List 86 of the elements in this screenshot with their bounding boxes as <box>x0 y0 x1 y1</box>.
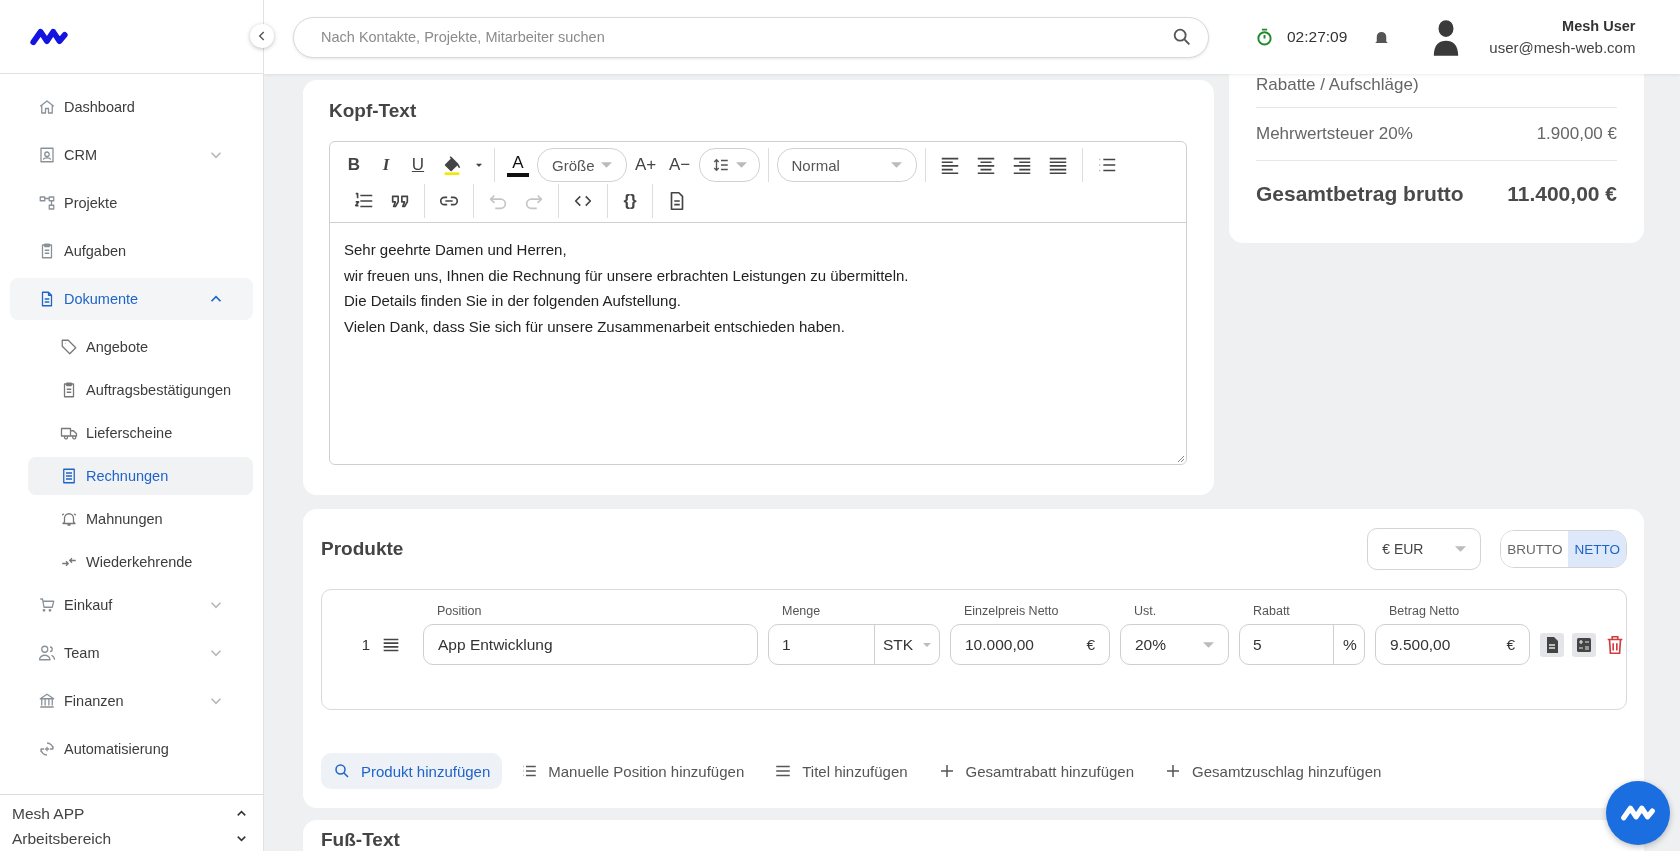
document-icon[interactable] <box>1540 632 1564 657</box>
nav-item[interactable]: Einkauf <box>10 584 253 626</box>
format-button[interactable]: I <box>372 150 400 180</box>
format-select[interactable]: Größe <box>537 148 627 182</box>
editor-paragraph: wir freuen uns, Ihnen die Rechnung für unsere erbrachten Leistungen zu übermitteln. <box>344 265 910 286</box>
nav-item[interactable]: Automatisierung <box>10 728 253 770</box>
nav-item[interactable]: Projekte <box>10 182 253 224</box>
amount-field[interactable]: 9.500,00 € <box>1375 624 1530 665</box>
workspace-switcher[interactable]: Arbeitsbereich <box>12 826 249 851</box>
calculator-icon[interactable] <box>1572 632 1596 657</box>
resize-handle-icon[interactable] <box>1175 453 1185 463</box>
format-button[interactable]: {} <box>616 186 644 216</box>
column-label: Menge <box>781 604 822 618</box>
line-height-select[interactable] <box>698 148 760 182</box>
price-mode-toggle[interactable]: NETTO <box>1568 531 1626 567</box>
add-item-button[interactable]: Gesamtrabatt hinzufügen <box>925 753 1147 789</box>
stopwatch-icon[interactable] <box>1254 26 1275 48</box>
nav-item[interactable]: Finanzen <box>10 680 253 722</box>
nav-item[interactable]: CRM <box>10 134 253 176</box>
nav-item[interactable]: Aufgaben <box>10 230 253 272</box>
workspace-switcher[interactable]: Mesh APP <box>12 801 249 826</box>
card-title: Kopf-Text <box>329 100 418 122</box>
bell-icon <box>60 510 78 528</box>
editor-paragraph: Sehr geehrte Damen und Herren, <box>344 240 568 260</box>
list-icon <box>60 467 78 485</box>
column-label: Einzelpreis Netto <box>963 604 1060 618</box>
add-item-button[interactable]: Gesamtzuschlag hinzufügen <box>1152 753 1394 789</box>
tax-select[interactable]: 20% <box>1120 624 1229 665</box>
cart-icon <box>38 596 56 614</box>
search-field[interactable]: Nach Kontakte, Projekte, Mitarbeiter suchen <box>293 16 1209 58</box>
nav-subitem[interactable]: Mahnungen <box>28 500 253 538</box>
nav-item[interactable]: Dokumente <box>10 278 253 320</box>
search-icon <box>333 762 351 780</box>
diagram-icon <box>38 194 56 212</box>
caret-icon <box>1455 546 1467 552</box>
id-card-icon <box>38 146 56 164</box>
tag-icon <box>60 338 78 356</box>
format-button[interactable]: A− <box>664 150 695 180</box>
column-label: Ust. <box>1133 604 1158 618</box>
nav-item[interactable]: Dashboard <box>10 86 253 128</box>
total-label: Gesamtbetrag brutto <box>1256 182 1464 206</box>
home-icon <box>38 98 56 116</box>
add-item-button[interactable]: Manuelle Position hinzufügen <box>508 753 757 789</box>
people-icon <box>38 644 56 662</box>
logo-icon <box>1619 803 1657 823</box>
column-label: Position <box>436 604 483 618</box>
format-select[interactable]: Normal <box>776 148 917 182</box>
nav-subitem[interactable]: Wiederkehrende <box>28 543 253 581</box>
app-launcher-button[interactable] <box>1606 781 1670 845</box>
unit-price-field[interactable]: 10.000,00 € <box>950 624 1110 665</box>
user-email: user@mesh-web.com <box>1489 39 1636 56</box>
caret-icon <box>1203 641 1214 648</box>
nav-subitem[interactable]: Lieferscheine <box>28 414 253 452</box>
total-value: 11.400,00 € <box>1507 182 1617 206</box>
add-item-button[interactable]: Produkt hinzufügen <box>321 753 503 789</box>
column-label: Rabatt <box>1252 604 1291 618</box>
card-title: Fuß-Text <box>321 830 401 850</box>
nav-subitem[interactable]: Angebote <box>28 328 253 366</box>
column-label: Betrag Netto <box>1388 604 1461 618</box>
bank-icon <box>38 692 56 710</box>
nav-item[interactable]: Team <box>10 632 253 674</box>
user-name: Mesh User <box>1562 18 1636 34</box>
caret-icon <box>600 162 612 168</box>
format-button[interactable]: A+ <box>630 150 661 180</box>
currency-select[interactable]: € EUR <box>1367 528 1482 570</box>
nav-subitem[interactable]: Auftragsbestätigungen <box>28 371 253 409</box>
caret-icon <box>890 162 902 168</box>
rich-text-editor[interactable] <box>329 141 1187 465</box>
format-button[interactable]: B <box>340 150 368 180</box>
row-number: 1 <box>360 636 370 653</box>
format-button[interactable]: A <box>507 153 529 177</box>
refresh-icon <box>38 740 56 758</box>
editor-paragraph: Vielen Dank, dass Sie sich für unsere Zusammenarbeit entschieden haben. <box>344 316 846 337</box>
total-value: 1.900,00 € <box>1536 124 1617 144</box>
editor-paragraph: Die Details finden Sie in der folgenden Aufstellung. <box>344 291 682 311</box>
line-height-icon <box>711 156 730 174</box>
position-field[interactable]: App Entwicklung <box>423 624 758 665</box>
format-button[interactable]: U <box>404 150 432 180</box>
card-title: Produkte <box>321 538 405 560</box>
collapse-button[interactable] <box>250 24 274 48</box>
total-label: Rabatte / Aufschläge) <box>1256 75 1419 95</box>
total-label: Mehrwertsteuer 20% <box>1256 124 1413 144</box>
caret-icon <box>735 162 747 168</box>
nav-subitem[interactable]: Rechnungen <box>28 457 253 495</box>
timer-text: 02:27:09 <box>1287 28 1348 46</box>
add-item-button[interactable]: Titel hinzufügen <box>762 753 920 789</box>
